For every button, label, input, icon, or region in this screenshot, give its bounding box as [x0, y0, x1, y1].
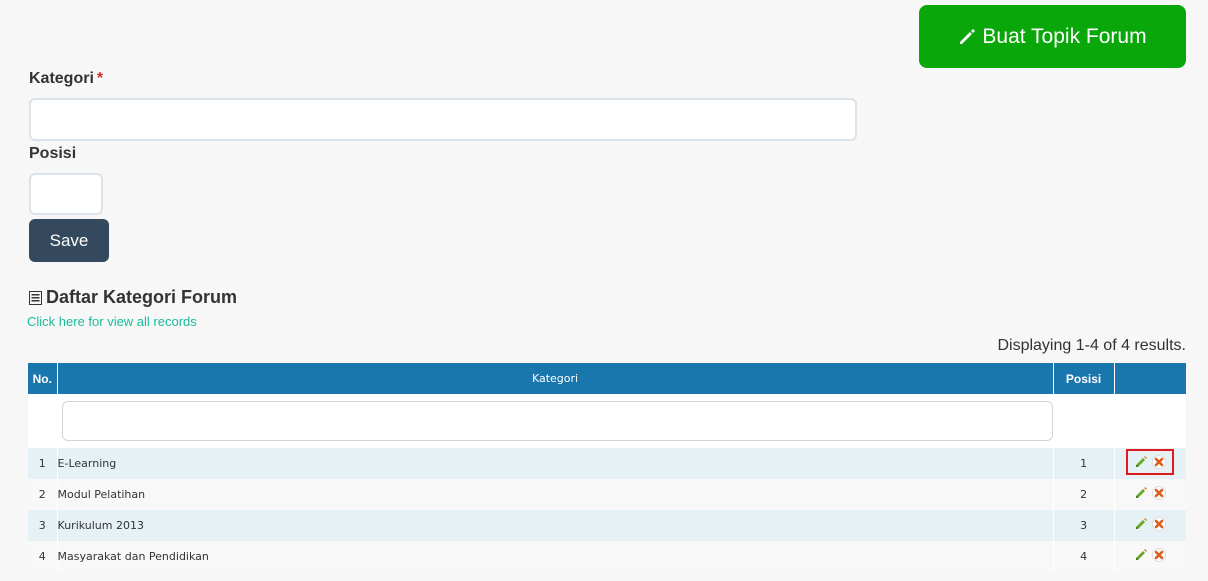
- pencil-icon: [958, 28, 976, 46]
- delete-icon[interactable]: [1152, 517, 1167, 531]
- row-actions: [1114, 510, 1186, 541]
- kategori-filter-input[interactable]: [61, 401, 1053, 441]
- posisi-label: Posisi: [29, 145, 77, 162]
- row-no: 1: [28, 448, 58, 479]
- pencil-icon[interactable]: [1134, 455, 1148, 469]
- view-all-records-link[interactable]: Click here for view all records: [27, 314, 197, 329]
- row-actions: [1114, 448, 1186, 479]
- row-action-group: [1134, 517, 1167, 531]
- save-button[interactable]: Save: [29, 219, 109, 262]
- row-action-group: [1126, 449, 1175, 475]
- posisi-input[interactable]: [29, 173, 103, 215]
- row-posisi: 2: [1053, 479, 1115, 510]
- row-posisi: 3: [1053, 510, 1115, 541]
- table-header-row: No. Kategori Posisi: [28, 363, 1186, 394]
- pencil-icon[interactable]: [1134, 548, 1148, 562]
- delete-icon[interactable]: [1152, 548, 1167, 562]
- row-action-group: [1134, 548, 1167, 562]
- row-actions: [1114, 479, 1186, 510]
- table-row: 4 Masyarakat dan Pendidikan 4: [28, 541, 1186, 572]
- table-row: 1 E-Learning 1: [28, 448, 1186, 479]
- row-kategori: Kurikulum 2013: [57, 510, 1054, 541]
- kategori-input[interactable]: [29, 98, 857, 141]
- create-forum-topic-label: Buat Topik Forum: [982, 24, 1147, 48]
- column-header-kategori[interactable]: Kategori: [57, 363, 1054, 394]
- column-header-actions: [1114, 363, 1186, 394]
- row-actions: [1114, 541, 1186, 572]
- pencil-icon[interactable]: [1134, 486, 1148, 500]
- row-action-group: [1134, 486, 1167, 500]
- list-title: Daftar Kategori Forum: [29, 287, 237, 308]
- filter-row: [28, 394, 1186, 448]
- kategori-label: Kategori *: [29, 70, 104, 87]
- row-no: 2: [28, 479, 58, 510]
- delete-icon[interactable]: [1152, 455, 1167, 469]
- table-row: 3 Kurikulum 2013 3: [28, 510, 1186, 541]
- row-posisi: 1: [1053, 448, 1115, 479]
- row-kategori: Masyarakat dan Pendidikan: [57, 541, 1054, 572]
- table-row: 2 Modul Pelatihan 2: [28, 479, 1186, 510]
- results-summary: Displaying 1-4 of 4 results.: [997, 337, 1186, 354]
- row-kategori: E-Learning: [57, 448, 1054, 479]
- create-forum-topic-button[interactable]: Buat Topik Forum: [919, 5, 1186, 68]
- row-no: 4: [28, 541, 58, 572]
- list-title-text: Daftar Kategori Forum: [46, 287, 238, 307]
- row-kategori: Modul Pelatihan: [57, 479, 1054, 510]
- delete-icon[interactable]: [1152, 486, 1167, 500]
- column-header-no[interactable]: No.: [28, 363, 58, 394]
- category-table: No. Kategori Posisi 1 E-Learning 1 2 Mod…: [28, 363, 1186, 572]
- pencil-icon[interactable]: [1134, 517, 1148, 531]
- required-marker: *: [96, 70, 104, 87]
- column-header-posisi[interactable]: Posisi: [1053, 363, 1115, 394]
- row-no: 3: [28, 510, 58, 541]
- list-icon: [29, 290, 42, 305]
- row-posisi: 4: [1053, 541, 1115, 572]
